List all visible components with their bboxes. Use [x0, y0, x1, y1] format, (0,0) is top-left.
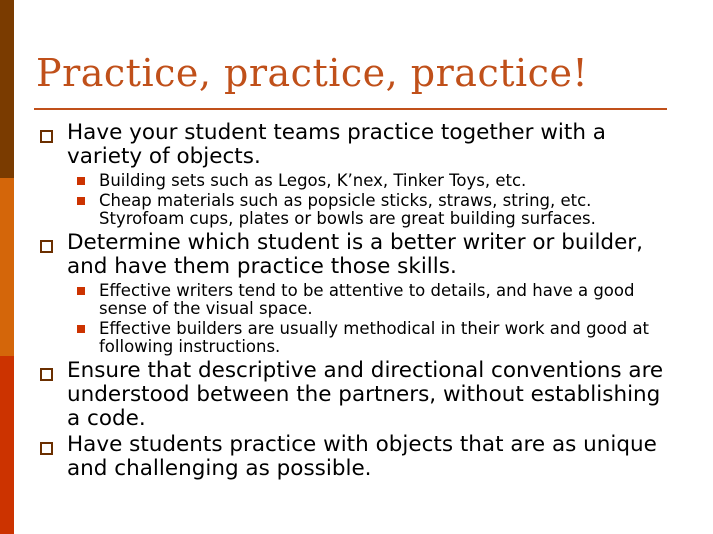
bullet-list: Have your student teams practice togethe…: [40, 121, 680, 481]
square-bullet-icon: [40, 240, 53, 253]
sub-bullet-text: Building sets such as Legos, K’nex, Tink…: [99, 171, 527, 190]
sub-bullet-text: Effective builders are usually methodica…: [99, 319, 650, 356]
square-bullet-icon: [40, 130, 53, 143]
square-bullet-icon: [40, 442, 53, 455]
bullet-text: Have students practice with objects that…: [67, 432, 657, 481]
sub-bullet-item: Building sets such as Legos, K’nex, Tink…: [67, 172, 680, 190]
sub-bullet-list: Building sets such as Legos, K’nex, Tink…: [67, 172, 680, 228]
filled-square-bullet-icon: [77, 325, 85, 333]
sub-bullet-text: Effective writers tend to be attentive t…: [99, 281, 635, 318]
sub-bullet-text: Cheap materials such as popsicle sticks,…: [99, 191, 596, 228]
bullet-text: Ensure that descriptive and directional …: [67, 358, 664, 431]
bullet-item: Determine which student is a better writ…: [40, 231, 680, 356]
accent-bar-middle: [0, 178, 14, 356]
accent-bar-top: [0, 0, 14, 178]
sub-bullet-item: Effective builders are usually methodica…: [67, 320, 680, 356]
filled-square-bullet-icon: [77, 177, 85, 185]
bullet-item: Ensure that descriptive and directional …: [40, 359, 680, 431]
bullet-text: Determine which student is a better writ…: [67, 230, 643, 279]
bullet-text: Have your student teams practice togethe…: [67, 120, 606, 169]
bullet-item: Have your student teams practice togethe…: [40, 121, 680, 228]
filled-square-bullet-icon: [77, 287, 85, 295]
square-bullet-icon: [40, 368, 53, 381]
sub-bullet-item: Cheap materials such as popsicle sticks,…: [67, 192, 680, 228]
sub-bullet-list: Effective writers tend to be attentive t…: [67, 282, 680, 356]
sub-bullet-item: Effective writers tend to be attentive t…: [67, 282, 680, 318]
title-underline: [34, 108, 667, 110]
filled-square-bullet-icon: [77, 197, 85, 205]
bullet-item: Have students practice with objects that…: [40, 433, 680, 481]
accent-bar-bottom: [0, 356, 14, 534]
slide-title: Practice, practice, practice!: [36, 51, 589, 95]
